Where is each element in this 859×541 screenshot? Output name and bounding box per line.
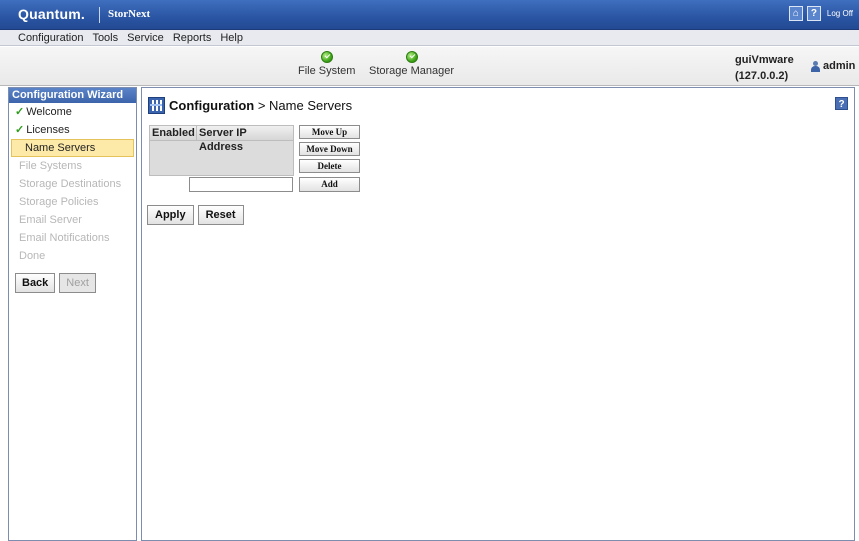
- page-help-icon[interactable]: ?: [835, 97, 848, 110]
- wizard-step-done: Done: [9, 247, 136, 265]
- table-actions: Move Up Move Down Delete: [299, 125, 360, 173]
- back-button[interactable]: Back: [15, 273, 56, 293]
- wizard-step-label: Storage Policies: [19, 196, 99, 208]
- wizard-step-label: Licenses: [26, 124, 70, 136]
- breadcrumb-separator: >: [254, 98, 270, 113]
- menu-tools[interactable]: Tools: [92, 30, 123, 45]
- wizard-step-email-notifications: Email Notifications: [9, 229, 136, 247]
- breadcrumb-section: Configuration: [169, 98, 255, 113]
- status-label: Storage Manager: [369, 65, 454, 77]
- status-label: File System: [298, 65, 356, 77]
- user-icon: [810, 60, 821, 72]
- brand-divider: [99, 7, 100, 23]
- move-down-button[interactable]: Move Down: [299, 142, 360, 156]
- add-button[interactable]: Add: [299, 177, 360, 192]
- server-ip-input[interactable]: [189, 177, 293, 192]
- wizard-step-email-server: Email Server: [9, 211, 136, 229]
- wizard-step-label: Done: [19, 250, 46, 262]
- wizard-step-storage-policies: Storage Policies: [9, 193, 136, 211]
- wizard-step-licenses[interactable]: ✓ Licenses: [9, 121, 136, 139]
- product-name: StorNext: [108, 8, 151, 20]
- wizard-step-welcome[interactable]: ✓ Welcome: [9, 103, 136, 121]
- wizard-nav: Back Next: [9, 273, 136, 293]
- next-button: Next: [59, 273, 96, 293]
- top-actions: ⌂ ? Log Off: [788, 6, 853, 21]
- wizard-step-label: Name Servers: [25, 142, 96, 154]
- main-panel: Configuration > Name Servers ? Enabled S…: [141, 87, 855, 541]
- status-file-system[interactable]: File System: [298, 51, 355, 77]
- log-off-link[interactable]: Log Off: [827, 9, 853, 18]
- quantum-logo: Quantum.: [18, 6, 85, 22]
- menu-configuration[interactable]: Configuration: [18, 30, 88, 45]
- delete-button[interactable]: Delete: [299, 159, 360, 173]
- sidebar-title: Configuration Wizard: [9, 88, 136, 103]
- ok-status-icon: [320, 51, 333, 63]
- title-bar: Quantum. StorNext ⌂ ? Log Off: [0, 0, 859, 30]
- table-header: Enabled Server IP Address: [150, 126, 293, 153]
- wizard-step-label: Email Notifications: [19, 232, 110, 244]
- user-name: admin: [823, 60, 856, 72]
- page-title: Configuration > Name Servers: [169, 98, 352, 113]
- configuration-icon: [148, 97, 165, 114]
- wizard-step-label: File Systems: [19, 160, 82, 172]
- ok-status-icon: [405, 51, 418, 63]
- form-actions: Apply Reset: [147, 205, 244, 225]
- status-storage-manager[interactable]: Storage Manager: [369, 51, 454, 77]
- host-ip: (127.0.0.2): [735, 70, 789, 82]
- wizard-step-storage-destinations: Storage Destinations: [9, 175, 136, 193]
- user-info[interactable]: admin: [810, 60, 855, 72]
- help-icon[interactable]: ?: [806, 6, 821, 21]
- check-icon: ✓: [15, 106, 25, 118]
- wizard-step-label: Welcome: [26, 106, 72, 118]
- host-name: guiVmware: [735, 54, 794, 66]
- wizard-step-file-systems: File Systems: [9, 157, 136, 175]
- menu-reports[interactable]: Reports: [173, 30, 217, 45]
- column-enabled[interactable]: Enabled: [150, 126, 197, 140]
- home-icon[interactable]: ⌂: [788, 6, 803, 21]
- move-up-button[interactable]: Move Up: [299, 125, 360, 139]
- wizard-step-label: Email Server: [19, 214, 82, 226]
- breadcrumb-current: Name Servers: [269, 98, 353, 113]
- wizard-step-name-servers[interactable]: Name Servers: [11, 139, 134, 157]
- page-header: Configuration > Name Servers: [148, 97, 352, 114]
- apply-button[interactable]: Apply: [147, 205, 194, 225]
- menu-service[interactable]: Service: [127, 30, 169, 45]
- column-server-ip[interactable]: Server IP Address: [197, 126, 293, 153]
- check-icon: ✓: [15, 124, 25, 136]
- status-bar: File System Storage Manager guiVmware (1…: [0, 47, 859, 86]
- menu-bar: Configuration Tools Service Reports Help: [0, 30, 859, 46]
- reset-button[interactable]: Reset: [197, 205, 244, 225]
- name-servers-table: Enabled Server IP Address: [149, 125, 294, 176]
- menu-help[interactable]: Help: [220, 30, 248, 45]
- wizard-step-label: Storage Destinations: [19, 178, 122, 190]
- wizard-sidebar: Configuration Wizard ✓ Welcome ✓ Licenses …: [8, 87, 137, 541]
- host-info: guiVmware (127.0.0.2): [735, 52, 794, 84]
